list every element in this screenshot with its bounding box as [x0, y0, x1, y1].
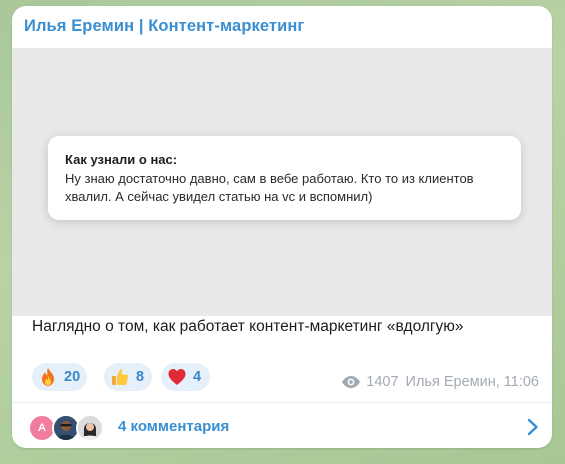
- comments-button[interactable]: А 4 комментария: [12, 402, 552, 448]
- reaction-thumbs-up[interactable]: 8: [104, 363, 152, 391]
- reaction-heart-count: 4: [193, 369, 202, 385]
- message-bubble[interactable]: Илья Еремин | Контент-маркетинг Как узна…: [12, 6, 552, 448]
- review-card-title: Как узнали о нас:: [65, 152, 178, 167]
- channel-name[interactable]: Илья Еремин | Контент-маркетинг: [24, 17, 304, 36]
- commenter-avatars: А: [28, 414, 108, 442]
- fire-icon: [42, 368, 54, 386]
- thumbs-up-icon: [112, 369, 129, 385]
- reaction-fire-count: 20: [64, 369, 81, 385]
- views-count: 1407: [366, 374, 399, 390]
- message-meta: 1407 Илья Еремин, 11:06: [341, 374, 539, 390]
- chevron-right-icon[interactable]: [526, 418, 540, 436]
- avatar: [76, 414, 104, 442]
- person-icon: [54, 416, 78, 440]
- reaction-fire[interactable]: 20: [32, 363, 87, 391]
- message-time: 11:06: [503, 374, 539, 390]
- message-author: Илья Еремин,: [405, 374, 500, 390]
- message-caption: Наглядно о том, как работает контент-мар…: [32, 318, 464, 335]
- eye-icon: [342, 376, 361, 388]
- reaction-heart[interactable]: 4: [161, 363, 210, 391]
- person-icon: [78, 416, 102, 440]
- message-image[interactable]: Как узнали о нас: Ну знаю достаточно дав…: [12, 48, 552, 316]
- heart-icon: [168, 369, 186, 385]
- comments-label[interactable]: 4 комментария: [118, 418, 229, 435]
- review-card: Как узнали о нас: Ну знаю достаточно дав…: [48, 136, 521, 220]
- review-card-text: Ну знаю достаточно давно, сам в вебе раб…: [65, 171, 474, 204]
- reaction-thumbs-up-count: 8: [136, 369, 145, 385]
